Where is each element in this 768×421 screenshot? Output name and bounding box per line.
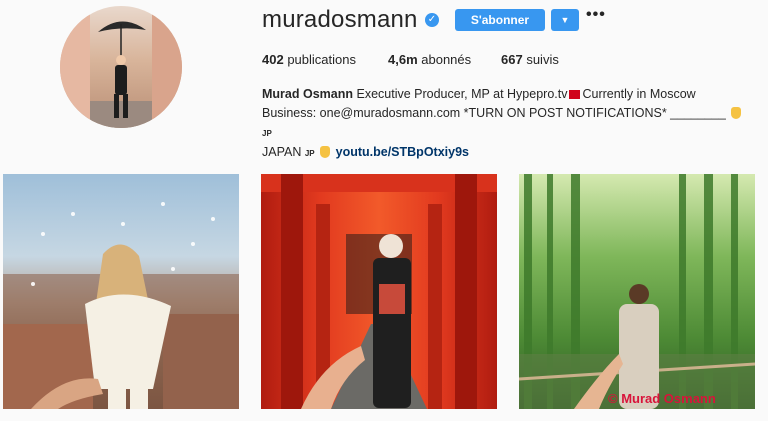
profile-avatar[interactable] — [60, 6, 182, 128]
following-label: suivis — [526, 52, 559, 67]
bio-line3: JAPAN — [262, 145, 302, 159]
copyright-watermark: © Murad Osmann — [608, 391, 716, 406]
post-tile-1[interactable] — [3, 174, 239, 409]
profile-bio: Murad Osmann Executive Producer, MP at H… — [262, 85, 752, 163]
bio-line2: Business: one@muradosmann.com *TURN ON P… — [262, 106, 726, 120]
subscribe-button[interactable]: S'abonner — [455, 9, 545, 31]
bamboo-forest-photo — [519, 174, 755, 409]
posts-label: publications — [287, 52, 356, 67]
followers-count: 4,6m — [388, 52, 418, 67]
following-stat[interactable]: 667 suivis — [501, 52, 559, 67]
avatar-photo — [60, 6, 182, 128]
bio-line1b: Currently in Moscow — [582, 87, 696, 101]
city-rooftop-photo — [3, 202, 239, 409]
flag-icon — [569, 90, 581, 99]
pointing-hand-icon — [731, 107, 742, 119]
verified-badge-icon: ✓ — [425, 13, 439, 27]
bio-name: Murad Osmann — [262, 87, 353, 101]
posts-count: 402 — [262, 52, 284, 67]
jp-label-1: JP — [262, 129, 272, 138]
posts-stat: 402 publications — [262, 52, 356, 67]
jp-label-2: JP — [304, 149, 315, 158]
followers-label: abonnés — [421, 52, 472, 67]
torii-gates-photo — [261, 174, 497, 409]
bio-line1: Executive Producer, MP at Hypepro.tv — [356, 87, 568, 101]
bio-link[interactable]: youtu.be/STBpOtxiy9s — [336, 145, 469, 159]
post-tile-3[interactable] — [519, 174, 755, 409]
followers-stat[interactable]: 4,6m abonnés — [388, 52, 471, 67]
chevron-down-icon[interactable]: ▼ — [551, 9, 579, 31]
post-tile-2[interactable] — [261, 174, 497, 409]
following-count: 667 — [501, 52, 523, 67]
pointing-hand-icon — [320, 146, 331, 158]
more-options-button[interactable]: ••• — [586, 6, 606, 24]
profile-username: muradosmann — [262, 6, 418, 33]
